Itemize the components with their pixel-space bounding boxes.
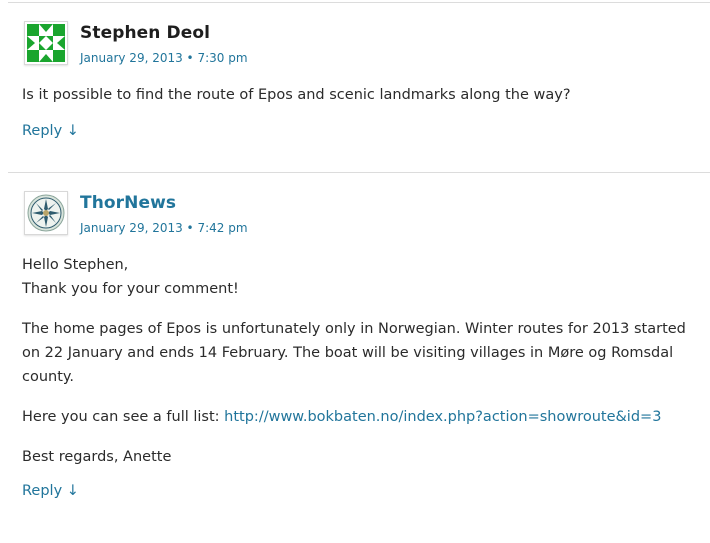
list-prefix-text: Here you can see a full list:: [22, 409, 225, 425]
comment-body: Is it possible to find the route of Epos…: [22, 83, 702, 123]
comment-author: Stephen Deol: [80, 23, 211, 43]
comment-greeting: Hello Stephen, Thank you for your commen…: [22, 253, 702, 301]
comment-date-link[interactable]: January 29, 2013 • 7:30 pm: [80, 51, 248, 65]
reply-link[interactable]: Reply ↓: [22, 123, 79, 139]
comment-stephen-deol: Stephen Deol January 29, 2013 • 7:30 pm …: [8, 2, 710, 172]
comment-body: Hello Stephen, Thank you for your commen…: [22, 253, 702, 485]
avatar[interactable]: [24, 191, 68, 235]
green-geometric-avatar-icon: [27, 24, 65, 62]
greeting-line: Hello Stephen,: [22, 257, 129, 273]
thanks-line: Thank you for your comment!: [22, 281, 239, 297]
reply-link[interactable]: Reply ↓: [22, 483, 79, 499]
comment-text: Is it possible to find the route of Epos…: [22, 87, 571, 103]
comment-list-line: Here you can see a full list: http://www…: [22, 405, 702, 429]
star-emblem-avatar-icon: [27, 194, 65, 232]
route-url-link[interactable]: http://www.bokbaten.no/index.php?action=…: [224, 409, 661, 425]
comment-author-link[interactable]: ThorNews: [80, 193, 176, 213]
comment-signoff: Best regards, Anette: [22, 449, 172, 465]
comment-text: The home pages of Epos is unfortunately …: [22, 321, 686, 385]
comment-thornews: ThorNews January 29, 2013 • 7:42 pm Hell…: [8, 172, 710, 543]
avatar[interactable]: [24, 21, 68, 65]
comment-date-link[interactable]: January 29, 2013 • 7:42 pm: [80, 221, 248, 235]
